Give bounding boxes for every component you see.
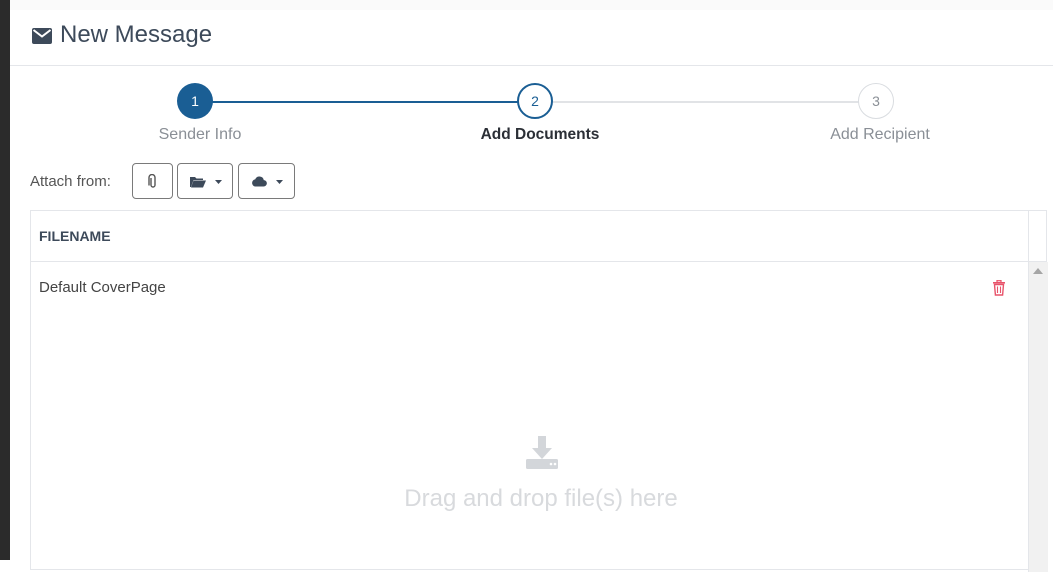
page-title: New Message [60,21,213,48]
attach-local-button[interactable] [132,163,173,199]
table-row[interactable]: Default CoverPage [31,262,1028,312]
column-header-filename[interactable]: FILENAME [39,228,111,244]
attach-folder-dropdown[interactable] [177,163,233,199]
stepper: 1 2 3 Sender Info Add Documents Add Reci… [10,78,1053,158]
table-header-cap [1028,211,1047,262]
attach-from-label: Attach from: [30,173,111,190]
dropzone-text: Drag and drop file(s) here [404,485,678,512]
chevron-down-icon [215,180,222,184]
trash-icon[interactable] [992,280,1006,296]
file-dropzone[interactable]: Drag and drop file(s) here [31,312,1028,570]
folder-open-icon [190,177,206,188]
top-strip [10,0,1053,10]
step-1-circle[interactable]: 1 [177,83,213,119]
table-scrollbar[interactable] [1028,262,1048,572]
dialog-header: New Message [10,10,1053,66]
paperclip-icon [148,174,156,188]
download-icon [526,436,558,469]
step-3-label: Add Recipient [830,126,930,143]
step-connector-2 [545,101,886,103]
window-edge [0,0,10,560]
filename-cell: Default CoverPage [39,279,166,296]
step-2-label: Add Documents [480,126,600,143]
step-3-circle[interactable]: 3 [858,83,894,119]
attach-cloud-dropdown[interactable] [238,163,295,199]
documents-table: FILENAME Default CoverPage Drag and drop… [30,210,1048,572]
mail-icon [32,28,52,44]
step-2-circle[interactable]: 2 [517,83,553,119]
scroll-up-arrow-icon[interactable] [1033,268,1043,274]
step-1-label: Sender Info [158,126,242,143]
cloud-icon [252,176,267,187]
table-header: FILENAME [31,211,1029,262]
step-connector-1 [205,101,545,103]
chevron-down-icon [276,180,283,184]
